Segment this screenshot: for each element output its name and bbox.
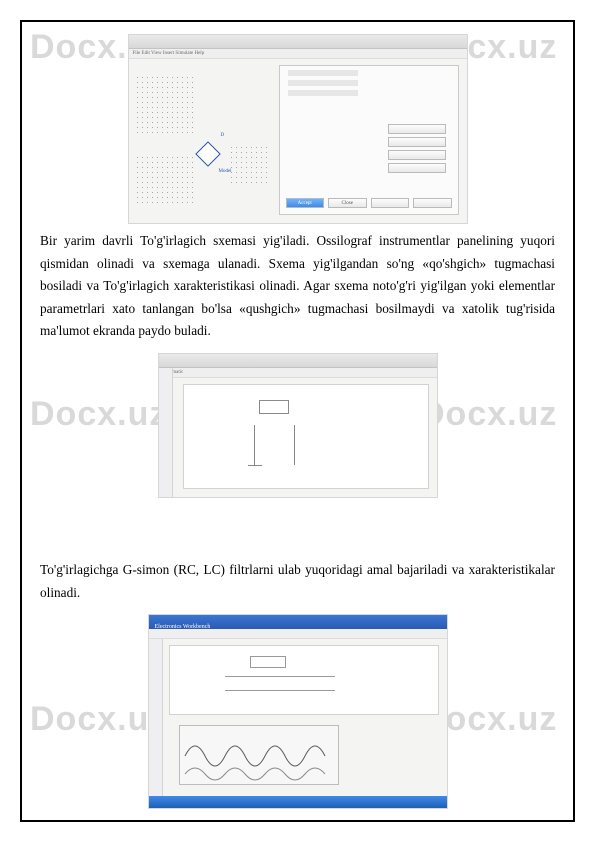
window-toolbar: [149, 629, 447, 639]
dialog-field: [288, 90, 358, 96]
dialog-option-button[interactable]: [388, 137, 446, 147]
window-titlebar: Electronics Workbench: [149, 615, 447, 629]
wire: [254, 425, 255, 465]
screenshot-2: Schematic: [158, 353, 438, 498]
taskbar: [149, 796, 447, 808]
dialog-field: [288, 80, 358, 86]
accept-button[interactable]: Accept: [286, 198, 325, 208]
component-icon: [195, 141, 220, 166]
screenshot-1: File Edit View Insert Simulate Help D Mo…: [128, 34, 468, 224]
dialog-option-button[interactable]: [388, 150, 446, 160]
close-button[interactable]: Close: [328, 198, 367, 208]
schematic-area: [135, 75, 195, 135]
waveform-icon: [180, 726, 340, 786]
canvas-area: [183, 384, 429, 489]
paragraph-1: Bir yarim davrli To'g'irlagich sxemasi y…: [40, 230, 555, 343]
sidebar: [159, 368, 173, 497]
dialog-option-button[interactable]: [388, 124, 446, 134]
window-toolbar: Schematic: [159, 368, 437, 378]
screenshot-3: Electronics Workbench: [148, 614, 448, 809]
schematic-area: [229, 145, 267, 183]
ground-icon: [248, 465, 262, 466]
dialog-button[interactable]: [413, 198, 452, 208]
wire: [294, 425, 295, 465]
window-title: Electronics Workbench: [149, 624, 211, 630]
wire: [225, 690, 335, 691]
window-toolbar: File Edit View Insert Simulate Help: [129, 49, 467, 59]
component-block: [259, 400, 289, 414]
oscilloscope-panel: [179, 725, 339, 785]
window-titlebar: [129, 35, 467, 49]
paragraph-2: To'g'irlagichga G-simon (RC, LC) filtrla…: [40, 559, 555, 604]
schematic-canvas: [169, 645, 439, 715]
dialog-button[interactable]: [371, 198, 410, 208]
dialog-field: [288, 70, 358, 76]
component-block: [250, 656, 286, 668]
sidebar: [149, 639, 163, 808]
component-label: Model: [219, 169, 232, 174]
wire: [225, 676, 335, 677]
page-content: File Edit View Insert Simulate Help D Mo…: [40, 30, 555, 812]
window-titlebar: [159, 354, 437, 368]
schematic-area: [135, 155, 195, 205]
component-label: D: [221, 133, 225, 138]
dialog-panel: Accept Close: [279, 65, 459, 215]
dialog-option-button[interactable]: [388, 163, 446, 173]
